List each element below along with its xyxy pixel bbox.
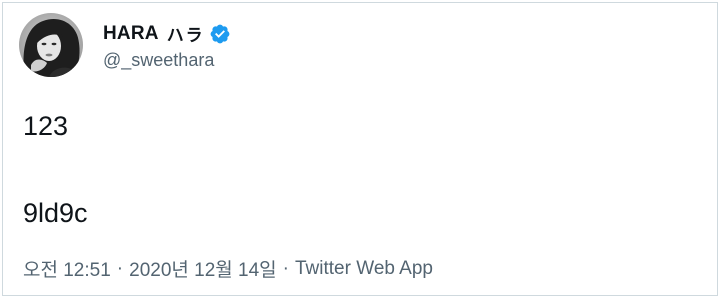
tweet-text-line: 9ld9c [23,198,88,228]
user-names: HARA ハラ @_sweethara [103,20,231,71]
tweet-source[interactable]: Twitter Web App [295,258,433,280]
display-name-row[interactable]: HARA ハラ [103,20,231,48]
tweet-meta: 오전 12:51 · 2020년 12월 14일 · Twitter Web A… [23,255,433,282]
tweet-text-line: 123 [23,111,69,141]
display-name[interactable]: HARA [103,23,159,45]
meta-separator: · [116,257,124,279]
meta-separator: · [282,257,289,279]
tweet-time[interactable]: 오전 12:51 [23,255,111,282]
tweet-card: HARA ハラ @_sweethara 123 9ld9c 오전 12:51 ·… [2,2,718,296]
verified-badge-icon [209,23,231,45]
user-handle[interactable]: @_sweethara [103,50,231,71]
display-name-suffix[interactable]: ハラ [167,21,205,46]
tweet-header: HARA ハラ @_sweethara [19,13,231,77]
avatar[interactable] [19,13,83,77]
avatar-image [19,13,83,77]
tweet-date[interactable]: 2020년 12월 14일 [129,255,277,282]
